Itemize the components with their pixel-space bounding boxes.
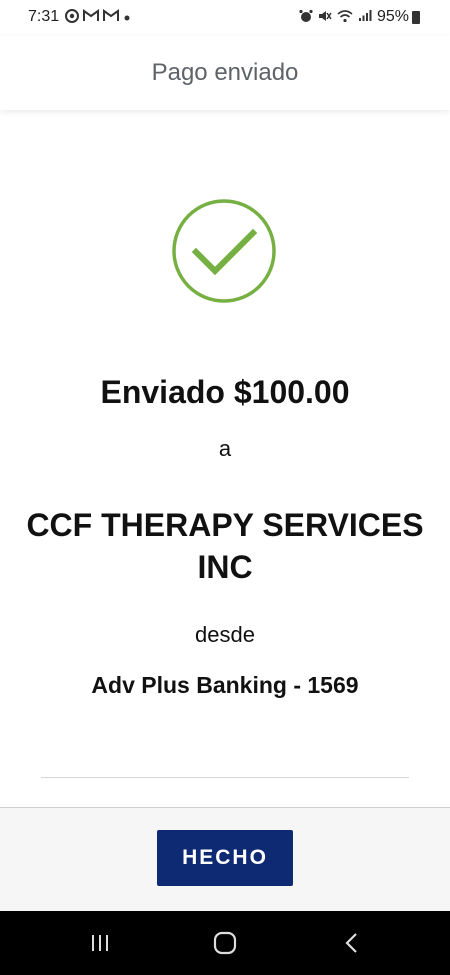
wifi-icon (337, 9, 353, 26)
gmail-icon (83, 9, 100, 25)
recent-apps-icon[interactable] (86, 929, 114, 957)
home-icon[interactable] (211, 929, 239, 957)
signal-icon (358, 9, 372, 25)
back-icon[interactable] (338, 929, 366, 957)
success-check-icon (171, 198, 277, 304)
payee-name-line1: CCF THERAPY SERVICES (26, 507, 424, 543)
chrome-icon (65, 8, 80, 26)
battery-percent: 95% (376, 8, 409, 25)
status-bar: 7:31 95% (0, 0, 450, 36)
payee-name: CCF THERAPY SERVICES INC (20, 504, 430, 588)
done-button[interactable]: HECHO (157, 830, 293, 886)
system-nav-bar (0, 911, 450, 975)
source-account: Adv Plus Banking - 1569 (91, 672, 359, 698)
confirmation-content: Enviado $100.00 a CCF THERAPY SERVICES I… (0, 110, 450, 807)
status-left: 7:31 (28, 8, 135, 26)
battery-icon (412, 10, 420, 24)
mute-icon (318, 9, 332, 26)
dot-icon (123, 9, 131, 25)
status-right: 95% (299, 8, 420, 26)
alarm-icon (299, 9, 313, 26)
status-time: 7:31 (28, 8, 60, 25)
page-title: Pago enviado (151, 59, 299, 86)
sent-amount: Enviado $100.00 (100, 374, 350, 410)
action-footer: HECHO (0, 807, 450, 911)
to-label: a (218, 436, 232, 461)
app-header: Pago enviado (0, 36, 450, 110)
divider (41, 777, 409, 778)
gmail-icon (103, 9, 120, 25)
payee-name-line2: INC (197, 549, 253, 585)
from-label: desde (195, 622, 255, 647)
